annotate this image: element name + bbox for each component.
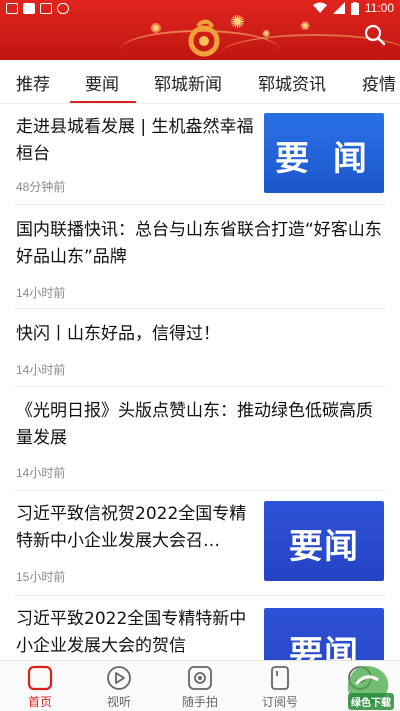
subscribe-icon: [271, 666, 289, 690]
news-title[interactable]: 快闪丨山东好品，信得过！: [16, 321, 386, 348]
news-title[interactable]: 习近平致信祝贺2022全国专精特新中小企业发展大会召…: [16, 501, 256, 555]
status-bar: 11:00: [0, 0, 400, 18]
news-item[interactable]: 习近平致信祝贺2022全国专精特新中小企业发展大会召… 15小时前 要闻: [0, 491, 400, 596]
tab-headlines[interactable]: 要闻: [85, 70, 119, 95]
channel-tabs: 推荐 要闻 郓城新闻 郓城资讯 疫情: [0, 60, 400, 104]
tab-recommend[interactable]: 推荐: [16, 70, 50, 95]
nav-snapshot[interactable]: 随手拍: [170, 665, 230, 710]
news-feed[interactable]: 走进县城看发展 | 生机盎然幸福桓台 48分钟前 要 闻 国内联播快讯：总台与山…: [0, 104, 400, 660]
anniversary-logo: [188, 19, 220, 57]
nav-label: 订阅号: [261, 695, 298, 709]
news-time: 15小时前: [16, 570, 66, 584]
thumbnail-label: 要闻: [289, 527, 359, 567]
news-item[interactable]: 快闪丨山东好品，信得过！ 14小时前: [0, 309, 400, 387]
image-icon: [23, 3, 35, 14]
home-icon: [27, 665, 53, 691]
firework-icon: ✺: [300, 19, 311, 33]
news-time: 14小时前: [16, 466, 66, 480]
play-icon: [107, 666, 131, 690]
news-time: 14小时前: [16, 363, 66, 377]
mail-icon: [40, 3, 52, 14]
news-time: 14小时前: [16, 286, 66, 300]
news-item[interactable]: 国内联播快讯：总台与山东省联合打造“好客山东 好品山东”品牌 14小时前: [0, 205, 400, 309]
nav-label: 随手拍: [181, 695, 218, 709]
thumbnail-label: 要 闻: [275, 139, 373, 179]
news-title[interactable]: 习近平致2022全国专精特新中小企业发展大会的贺信: [16, 606, 256, 660]
news-title[interactable]: 《光明日报》头版点赞山东：推动绿色低碳高质量发展: [16, 398, 386, 452]
news-time: 48分钟前: [16, 180, 66, 194]
nav-home[interactable]: 首页: [10, 665, 70, 710]
tab-epidemic[interactable]: 疫情: [362, 70, 396, 95]
app-icon: [57, 3, 69, 14]
news-title[interactable]: 国内联播快讯：总台与山东省联合打造“好客山东 好品山东”品牌: [16, 217, 386, 271]
news-item[interactable]: 《光明日报》头版点赞山东：推动绿色低碳高质量发展 14小时前: [0, 387, 400, 491]
wifi-icon: [312, 2, 327, 13]
nav-subscriptions[interactable]: 订阅号: [250, 665, 310, 710]
nav-label: 视听: [106, 695, 131, 709]
news-title[interactable]: 走进县城看发展 | 生机盎然幸福桓台: [16, 114, 256, 168]
news-item[interactable]: 习近平致2022全国专精特新中小企业发展大会的贺信 要闻: [0, 596, 400, 660]
camera-icon: [188, 666, 212, 690]
header-banner: ✺ ✺ ✺ ✺ 11:00: [0, 0, 400, 60]
nav-video[interactable]: 视听: [89, 665, 149, 710]
firework-icon: ✺: [262, 29, 271, 40]
tab-yuncheng-info[interactable]: 郓城资讯: [258, 70, 326, 95]
notification-icon: [6, 3, 18, 14]
status-time: 11:00: [364, 1, 394, 15]
search-icon[interactable]: [364, 24, 386, 46]
news-thumbnail[interactable]: 要 闻: [264, 113, 384, 193]
battery-icon: [350, 1, 359, 15]
news-thumbnail[interactable]: 要闻: [264, 608, 384, 660]
tab-yuncheng-news[interactable]: 郓城新闻: [154, 70, 222, 95]
signal-icon: [332, 2, 345, 14]
news-thumbnail[interactable]: 要闻: [264, 501, 384, 581]
nav-label: 首页: [27, 695, 52, 709]
watermark-text: 绿色下载: [348, 693, 394, 710]
news-item[interactable]: 走进县城看发展 | 生机盎然幸福桓台 48分钟前 要 闻: [0, 104, 400, 205]
thumbnail-label: 要闻: [289, 634, 359, 660]
firework-icon: ✺: [150, 21, 162, 37]
